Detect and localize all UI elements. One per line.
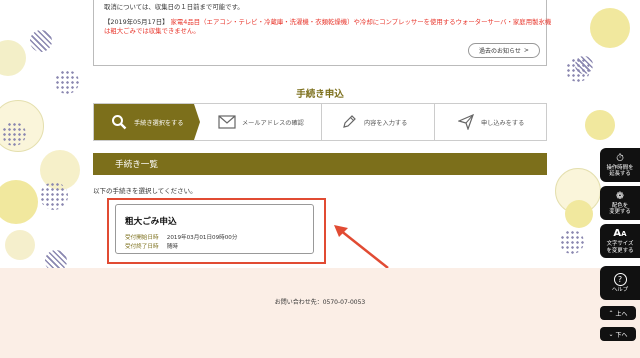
section-heading: 手続き一覧: [93, 153, 547, 175]
decor-circle: [5, 230, 35, 260]
notice-line: 取消については、収集日の１日前まで可能です。: [104, 3, 244, 11]
start-value: 2019年03月01日09時00分: [166, 235, 238, 241]
help-icon: ?: [613, 272, 627, 286]
tool-label: ヘルプ: [611, 286, 629, 293]
chevron-right-icon: >: [523, 47, 529, 54]
search-icon: [110, 113, 128, 131]
nav-label: 上へ: [615, 310, 628, 318]
decor-circle: [2, 122, 26, 146]
decor-circle: [560, 230, 584, 254]
send-icon: [457, 113, 475, 131]
footer: お問い合わせ先：0570-07-0053: [0, 268, 640, 358]
procedure-start-row: 受付開始日時 2019年03月01日09時00分: [125, 233, 237, 241]
decor-circle: [575, 56, 593, 74]
notice-warning: 家電4品目（エアコン・テレビ・冷蔵庫・洗濯機・衣類乾燥機）や冷却にコンプレッサー…: [170, 18, 552, 26]
font-size-button[interactable]: AA 文字サイズ を変更する: [600, 224, 640, 258]
step-label: 申し込みをする: [481, 119, 525, 127]
tool-label: 延長する: [609, 171, 631, 177]
end-label: 受付終了日時: [125, 244, 159, 250]
step-submit: 申し込みをする: [439, 104, 547, 140]
nav-label: 下へ: [615, 331, 628, 339]
notice-line: は粗大ごみでは収集できません。: [104, 27, 200, 35]
divider: [321, 104, 322, 140]
step-label: 内容を入力する: [364, 119, 408, 127]
progress-steps: 手続き選択をする メールアドレスの確認 内容を入力する 申し込みをする: [93, 103, 547, 141]
palette-icon: ❁: [615, 190, 625, 202]
decor-circle: [565, 200, 593, 228]
instruction-text: 以下の手続きを選択してください。: [93, 187, 197, 195]
step-input: 内容を入力する: [326, 104, 434, 140]
timer-icon: ⏱: [616, 152, 624, 164]
step-label: メールアドレスの確認: [242, 119, 304, 127]
step-select: 手続き選択をする: [94, 104, 200, 140]
scroll-up-button[interactable]: ⌃ 上へ: [600, 306, 636, 320]
tool-label: を変更する: [606, 247, 634, 254]
font-size-icon: AA: [613, 228, 627, 240]
notice-box: 取消については、収集日の１日前まで可能です。 【2019年05月17日】 家電4…: [93, 0, 551, 66]
decor-circle: [0, 40, 26, 76]
notice-line: 【2019年05月17日】 家電4品目（エアコン・テレビ・冷蔵庫・洗濯機・衣類乾…: [104, 17, 551, 26]
color-scheme-button[interactable]: ❁ 配色を 変更する: [600, 186, 640, 220]
procedure-card[interactable]: 粗大ごみ申込 受付開始日時 2019年03月01日09時00分 受付終了日時 随…: [115, 204, 314, 254]
pencil-icon: [340, 113, 358, 131]
decor-circle: [590, 8, 630, 48]
past-news-button[interactable]: 過去のお知らせ >: [468, 43, 540, 58]
chevron-up-icon: ⌃: [608, 309, 614, 317]
step-label: 手続き選択をする: [134, 119, 184, 127]
chevron-down-icon: ⌄: [608, 330, 614, 338]
help-button[interactable]: ? ヘルプ: [600, 266, 640, 300]
page-title: 手続き申込: [296, 89, 344, 100]
end-value: 随時: [166, 244, 178, 250]
footer-contact: お問い合わせ先：0570-07-0053: [274, 299, 366, 306]
procedure-end-row: 受付終了日時 随時: [125, 242, 178, 250]
decor-circle: [30, 30, 52, 52]
tool-label: 変更する: [609, 209, 631, 215]
scroll-down-button[interactable]: ⌄ 下へ: [600, 327, 636, 341]
decor-circle: [585, 110, 615, 140]
past-news-label: 過去のお知らせ: [479, 48, 521, 55]
pointer-arrow-icon: [334, 225, 389, 269]
decor-circle: [0, 180, 38, 224]
notice-date: 【2019年05月17日】: [104, 18, 169, 26]
start-label: 受付開始日時: [125, 235, 159, 241]
extend-time-button[interactable]: ⏱ 操作時間を 延長する: [600, 148, 640, 182]
divider: [434, 104, 435, 140]
mail-icon: [218, 113, 236, 131]
procedure-title: 粗大ごみ申込: [125, 217, 177, 227]
decor-circle: [40, 182, 68, 210]
step-email: メールアドレスの確認: [206, 104, 320, 140]
